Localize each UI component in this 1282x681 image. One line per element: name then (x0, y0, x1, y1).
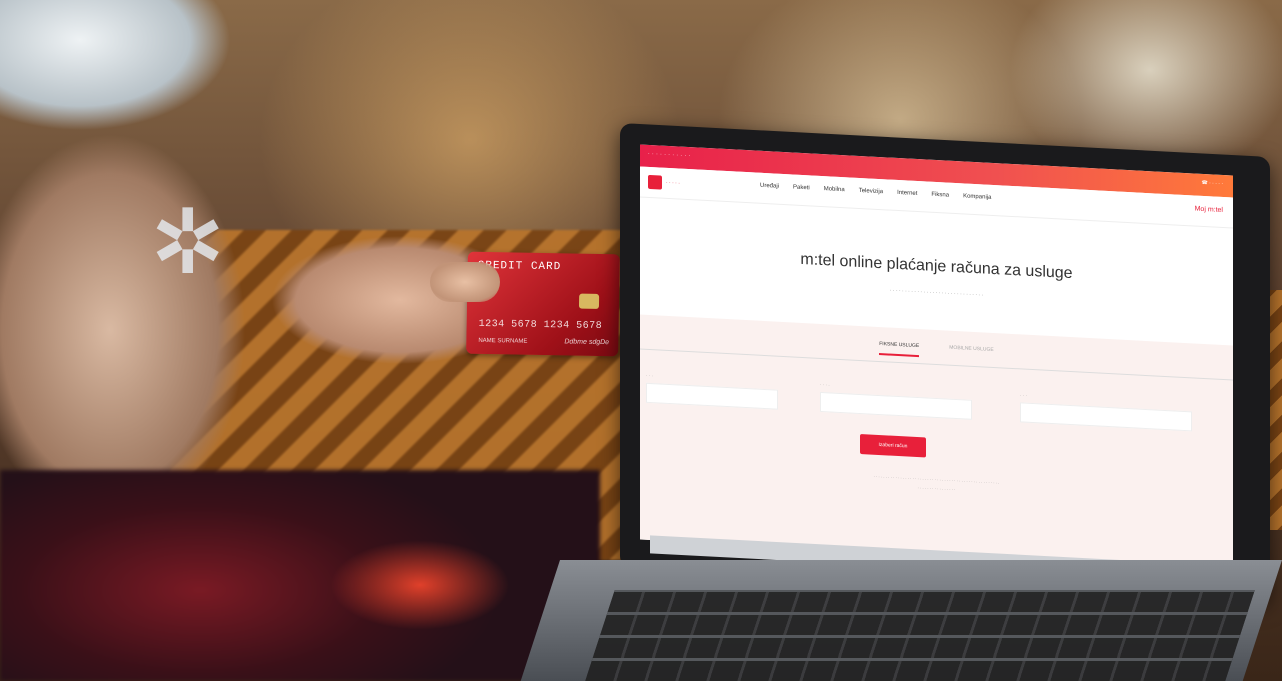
card-number: 1234 5678 1234 5678 (478, 318, 603, 333)
red-sweater (0, 470, 600, 681)
main-nav: Uređaji Paketi Mobilna Televizija Intern… (760, 183, 991, 201)
tab-mobilne-usluge[interactable]: MOBILNE USLUGE (949, 345, 993, 361)
nav-item-internet[interactable]: Internet (897, 190, 917, 197)
service-tabs: FIKSNE USLUGE MOBILNE USLUGE (640, 328, 1233, 373)
nav-item-kompanija[interactable]: Kompanija (963, 193, 991, 200)
field-label-2: · · · · (820, 381, 830, 388)
mtel-logo-icon[interactable] (648, 174, 662, 190)
payment-panel: FIKSNE USLUGE MOBILNE USLUGE · · · · · ·… (640, 314, 1233, 571)
keyboard-rows (585, 590, 1255, 681)
input-field-3[interactable] (1020, 402, 1192, 432)
nav-item-mobilna[interactable]: Mobilna (824, 186, 845, 193)
nav-item-fiksna[interactable]: Fiksna (931, 192, 949, 199)
footer-note: · · · · · · · · · · · · · · · · · · · · … (873, 473, 1000, 492)
logo-text: · · · · · (666, 179, 680, 187)
nav-item-paketi[interactable]: Paketi (793, 184, 810, 191)
sweater-pattern (330, 540, 510, 630)
tab-fiksne-usluge[interactable]: FIKSNE USLUGE (879, 340, 920, 358)
top-links: · · · · · · · · · · · (648, 150, 691, 160)
woman-hair (0, 0, 230, 150)
woman-arm-hand (170, 230, 500, 380)
nav-item-televizija[interactable]: Televizija (859, 188, 883, 195)
card-signature: Ddbme sdgDe (564, 338, 610, 347)
nav-item-uredjaji[interactable]: Uređaji (760, 183, 779, 190)
input-field-1[interactable] (646, 382, 778, 410)
pay-button[interactable]: Izaberi račun (860, 433, 926, 458)
field-label-3: · · · (1020, 392, 1027, 398)
chip-icon (578, 293, 600, 309)
laptop-screen: · · · · · · · · · · · ☎ · · · · · · · · … (640, 144, 1233, 571)
thumb (430, 262, 500, 302)
input-field-2[interactable] (820, 391, 972, 420)
field-label-1: · · · (646, 372, 653, 379)
card-holder: NAME SURNAME (478, 337, 528, 345)
my-mtel-link[interactable]: Moj m:tel (1195, 206, 1223, 214)
top-right-links: ☎ · · · · · (1201, 179, 1224, 188)
